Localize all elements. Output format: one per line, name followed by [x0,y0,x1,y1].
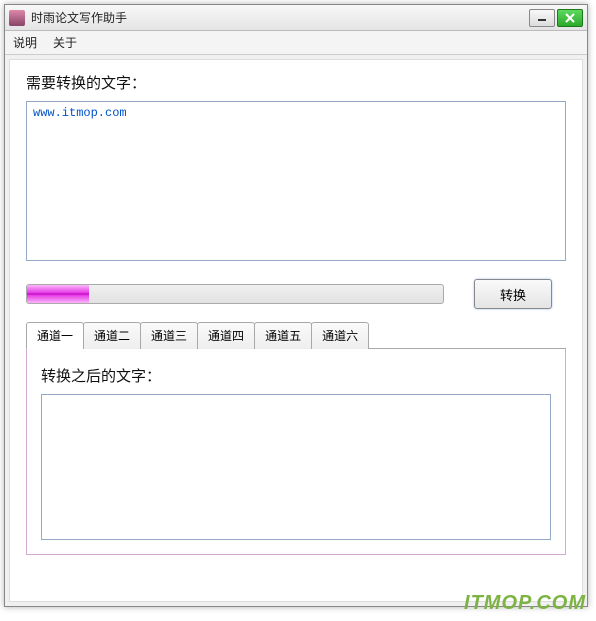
convert-button[interactable]: 转换 [474,279,552,309]
minimize-icon [537,14,547,22]
input-label: 需要转换的文字： [26,72,566,93]
output-label: 转换之后的文字： [41,365,551,386]
client-area: 需要转换的文字： 转换 通道一 通道二 通道三 通道四 通道五 通道六 转换之后… [9,59,583,602]
window-title: 时雨论文写作助手 [31,9,529,26]
menubar: 说明 关于 [5,31,587,55]
minimize-button[interactable] [529,9,555,27]
titlebar[interactable]: 时雨论文写作助手 [5,5,587,31]
app-window: 时雨论文写作助手 说明 关于 需要转换的文字： 转换 通道一 通道二 通道三 通… [4,4,588,607]
tab-channel-2[interactable]: 通道二 [83,322,141,349]
tab-channel-3[interactable]: 通道三 [140,322,198,349]
menu-item-about[interactable]: 关于 [53,34,77,51]
progress-row: 转换 [26,279,566,309]
tab-channel-1[interactable]: 通道一 [26,322,84,349]
progress-fill [27,285,89,303]
close-button[interactable] [557,9,583,27]
close-icon [565,13,575,23]
progress-bar [26,284,444,304]
output-textarea[interactable] [41,394,551,540]
tabs: 通道一 通道二 通道三 通道四 通道五 通道六 [26,321,566,349]
tab-channel-4[interactable]: 通道四 [197,322,255,349]
window-controls [529,9,583,27]
input-textarea[interactable] [26,101,566,261]
app-icon [9,10,25,26]
tab-channel-5[interactable]: 通道五 [254,322,312,349]
output-panel: 转换之后的文字： [26,349,566,555]
tab-channel-6[interactable]: 通道六 [311,322,369,349]
menu-item-help[interactable]: 说明 [13,34,37,51]
